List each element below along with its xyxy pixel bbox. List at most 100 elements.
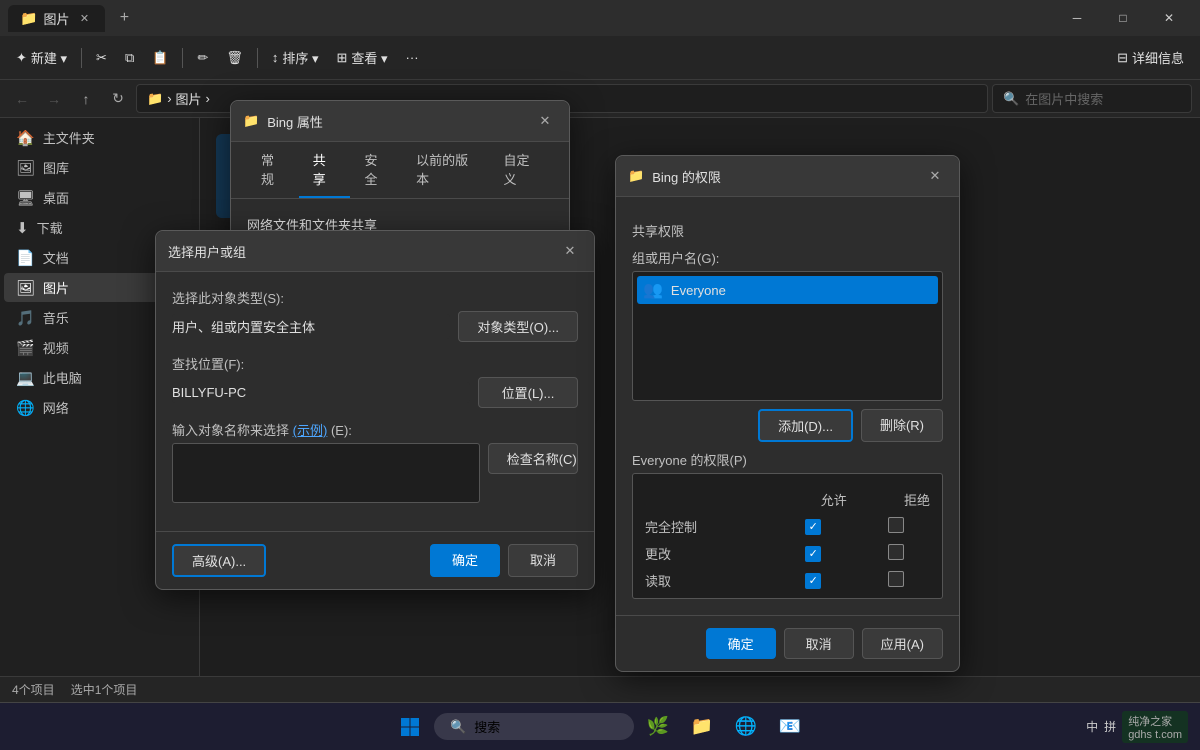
location-input: BILLYFU-PC [172, 382, 470, 403]
perm-fullcontrol-deny[interactable] [855, 513, 938, 540]
new-btn[interactable]: ✦ ✦ 新建 新建 ▾ [8, 44, 75, 71]
forward-btn: → [40, 85, 68, 113]
details-btn[interactable]: ⊟ 详细信息 [1109, 44, 1192, 71]
view-icon: ⊞ [337, 50, 348, 66]
music-icon: 🎵 [16, 309, 35, 327]
location-row: 查找位置(F): BILLYFU-PC 位置(L)... [172, 354, 578, 408]
change-deny-checkbox[interactable] [888, 544, 904, 560]
perm-cancel-btn[interactable]: 取消 [784, 628, 854, 659]
sidebar-docs-label: 文档 [43, 248, 69, 267]
remove-perm-btn[interactable]: 删除(R) [861, 409, 943, 442]
perm-read-allow[interactable]: ✓ [772, 567, 855, 594]
permissions-users-list: 👥 Everyone [632, 271, 943, 401]
select-user-body: 选择此对象类型(S): 用户、组或内置安全主体 对象类型(O)... 查找位置(… [156, 272, 594, 531]
downloads-icon: ⬇ [16, 219, 29, 237]
object-name-input[interactable] [172, 443, 480, 503]
taskbar-center: 🔍 搜索 🌿 📁 🌐 📧 [390, 707, 810, 747]
sidebar-downloads-label: 下载 [37, 218, 63, 237]
read-allow-checkbox[interactable]: ✓ [805, 573, 821, 589]
tab-previous[interactable]: 以前的版本 [402, 142, 489, 198]
taskbar-search-text: 搜索 [474, 717, 500, 736]
new-tab-btn[interactable]: + [109, 3, 139, 33]
object-type-btn[interactable]: 对象类型(O)... [458, 311, 578, 342]
gallery-icon: 🖼 [16, 159, 35, 177]
sidebar-item-home[interactable]: 🏠 主文件夹 [4, 123, 195, 152]
example-link[interactable]: (示例) [293, 423, 328, 438]
search-box[interactable]: 🔍 在图片中搜索 [992, 84, 1192, 113]
cut-icon: ✂ [96, 50, 107, 66]
perm-change-label: 更改 [637, 540, 772, 567]
location-inline: BILLYFU-PC 位置(L)... [172, 377, 578, 408]
perm-read-deny[interactable] [855, 567, 938, 594]
up-btn[interactable]: ↑ [72, 85, 100, 113]
read-deny-checkbox[interactable] [888, 571, 904, 587]
perm-change-allow[interactable]: ✓ [772, 540, 855, 567]
select-user-title-bar: 选择用户或组 ✕ [156, 231, 594, 272]
permissions-footer: 确定 取消 应用(A) [616, 615, 959, 671]
permissions-dialog: 📁 Bing 的权限 ✕ 共享权限 组或用户名(G): 👥 Everyone 添… [615, 155, 960, 672]
sidebar-thispc-label: 此电脑 [43, 368, 82, 387]
view-btn[interactable]: ⊞ 查看 ▾ [329, 44, 396, 71]
check-names-btn[interactable]: 检查名称(C) [488, 443, 578, 474]
select-user-close-btn[interactable]: ✕ [558, 239, 582, 263]
tab-close-btn[interactable]: ✕ [75, 9, 93, 27]
more-btn[interactable]: ··· [398, 46, 427, 69]
paste-icon: 📋 [152, 50, 168, 66]
tab-general[interactable]: 常规 [247, 142, 299, 198]
taskbar-edge-icon[interactable]: 🌐 [726, 707, 766, 747]
rename-btn[interactable]: ✏ [189, 46, 216, 70]
path-arrow: › [206, 91, 210, 106]
tab-custom[interactable]: 自定义 [489, 142, 553, 198]
network-icon: 🌐 [16, 399, 35, 417]
permissions-folder-icon: 📁 [628, 168, 644, 184]
sort-btn[interactable]: ↕ 排序 ▾ [264, 44, 327, 71]
minimize-btn[interactable]: ─ [1054, 2, 1100, 34]
tab-security[interactable]: 安全 [350, 142, 402, 198]
taskbar-folder-icon[interactable]: 📁 [682, 707, 722, 747]
paste-btn[interactable]: 📋 [144, 46, 176, 70]
sidebar-network-label: 网络 [43, 398, 69, 417]
taskbar-nature-icon[interactable]: 🌿 [638, 707, 678, 747]
item-count: 4个项目 [12, 681, 55, 698]
everyone-user-item[interactable]: 👥 Everyone [637, 276, 938, 304]
taskbar-search-icon: 🔍 [450, 719, 466, 735]
sidebar-item-gallery[interactable]: 🖼 图库 [4, 153, 195, 182]
perm-area: 允许 拒绝 完全控制 ✓ 更改 [632, 473, 943, 599]
bing-props-tabs: 常规 共享 安全 以前的版本 自定义 [231, 142, 569, 199]
perm-change-deny[interactable] [855, 540, 938, 567]
bing-props-close-btn[interactable]: ✕ [533, 109, 557, 133]
maximize-btn[interactable]: □ [1100, 2, 1146, 34]
perm-apply-btn[interactable]: 应用(A) [862, 628, 943, 659]
change-allow-checkbox[interactable]: ✓ [805, 546, 821, 562]
perm-ok-btn[interactable]: 确定 [706, 628, 776, 659]
permissions-close-btn[interactable]: ✕ [923, 164, 947, 188]
add-perm-btn[interactable]: 添加(D)... [758, 409, 853, 442]
share-permissions-label: 共享权限 [632, 221, 943, 240]
fullcontrol-deny-checkbox[interactable] [888, 517, 904, 533]
select-ok-btn[interactable]: 确定 [430, 544, 500, 577]
explorer-tab[interactable]: 📁 图片 ✕ [8, 5, 105, 32]
sidebar-gallery-label: 图库 [43, 158, 69, 177]
taskbar-search[interactable]: 🔍 搜索 [434, 713, 634, 740]
taskbar-right: 中 拼 纯净之家gdhs t.com [1086, 711, 1200, 743]
input-name-inline: 检查名称(C) [172, 443, 578, 503]
input-name-row: 输入对象名称来选择 (示例) (E): 检查名称(C) [172, 420, 578, 503]
refresh-btn[interactable]: ↻ [104, 85, 132, 113]
select-cancel-btn[interactable]: 取消 [508, 544, 578, 577]
close-btn[interactable]: ✕ [1146, 2, 1192, 34]
perm-fullcontrol-allow[interactable]: ✓ [772, 513, 855, 540]
fullcontrol-allow-checkbox[interactable]: ✓ [805, 519, 821, 535]
taskbar-mail-icon[interactable]: 📧 [770, 707, 810, 747]
advanced-btn[interactable]: 高级(A)... [172, 544, 266, 577]
select-user-dialog: 选择用户或组 ✕ 选择此对象类型(S): 用户、组或内置安全主体 对象类型(O)… [155, 230, 595, 590]
tab-share[interactable]: 共享 [299, 142, 351, 198]
cut-btn[interactable]: ✂ [88, 46, 115, 70]
sidebar-music-label: 音乐 [43, 308, 69, 327]
permissions-body: 共享权限 组或用户名(G): 👥 Everyone 添加(D)... 删除(R)… [616, 197, 959, 615]
sidebar-pictures-label: 图片 [43, 278, 69, 297]
location-btn[interactable]: 位置(L)... [478, 377, 578, 408]
delete-btn[interactable]: 🗑 [218, 46, 251, 70]
copy-btn[interactable]: ⧉ [117, 46, 142, 70]
sidebar-item-desktop[interactable]: 🖥 桌面 [4, 183, 195, 212]
start-button[interactable] [390, 707, 430, 747]
